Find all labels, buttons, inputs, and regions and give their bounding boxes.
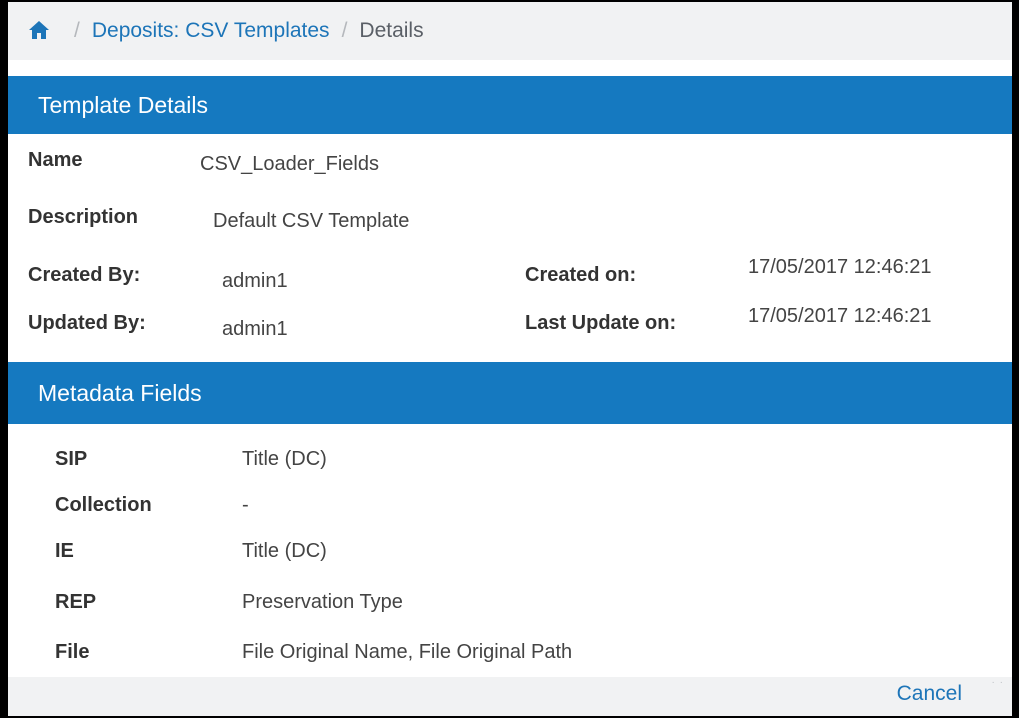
breadcrumb-separator: / (74, 19, 80, 42)
dialog-footer: Cancel · · (8, 677, 1012, 716)
updated-by-label: Updated By: (28, 312, 146, 334)
breadcrumb-separator: / (341, 19, 348, 42)
metadata-fields-header: Metadata Fields (8, 362, 1012, 424)
name-label: Name (28, 149, 83, 171)
description-value: Default CSV Template (213, 210, 410, 232)
created-on-value: 17/05/2017 12:46:21 (748, 256, 932, 278)
created-on-label: Created on: (525, 264, 637, 286)
home-icon[interactable] (28, 20, 50, 40)
template-details-header: Template Details (8, 76, 1012, 134)
metadata-value-rep: Preservation Type (242, 591, 403, 613)
metadata-value-collection: - (242, 494, 249, 516)
breadcrumb: / Deposits: CSV Templates / Details (8, 2, 1012, 60)
metadata-label-file: File (55, 641, 90, 663)
metadata-value-file: File Original Name, File Original Path (242, 641, 573, 663)
name-value: CSV_Loader_Fields (200, 153, 379, 175)
metadata-label-sip: SIP (55, 448, 88, 470)
description-label: Description (28, 206, 139, 228)
created-by-value: admin1 (222, 270, 288, 292)
last-update-label: Last Update on: (525, 312, 677, 334)
updated-by-value: admin1 (222, 318, 288, 340)
created-by-label: Created By: (28, 264, 141, 286)
metadata-value-ie: Title (DC) (242, 540, 327, 562)
cancel-button[interactable]: Cancel (897, 682, 962, 706)
section-title: Metadata Fields (38, 379, 202, 406)
metadata-label-collection: Collection (55, 494, 152, 516)
metadata-label-ie: IE (55, 540, 74, 562)
section-title: Template Details (38, 91, 209, 118)
metadata-label-rep: REP (55, 591, 97, 613)
breadcrumb-link-csv-templates[interactable]: Deposits: CSV Templates (92, 19, 330, 43)
breadcrumb-current: Details (359, 19, 424, 42)
metadata-value-sip: Title (DC) (242, 448, 327, 470)
resize-handle-icon[interactable]: · · (992, 677, 1004, 688)
last-update-value: 17/05/2017 12:46:21 (748, 305, 932, 327)
